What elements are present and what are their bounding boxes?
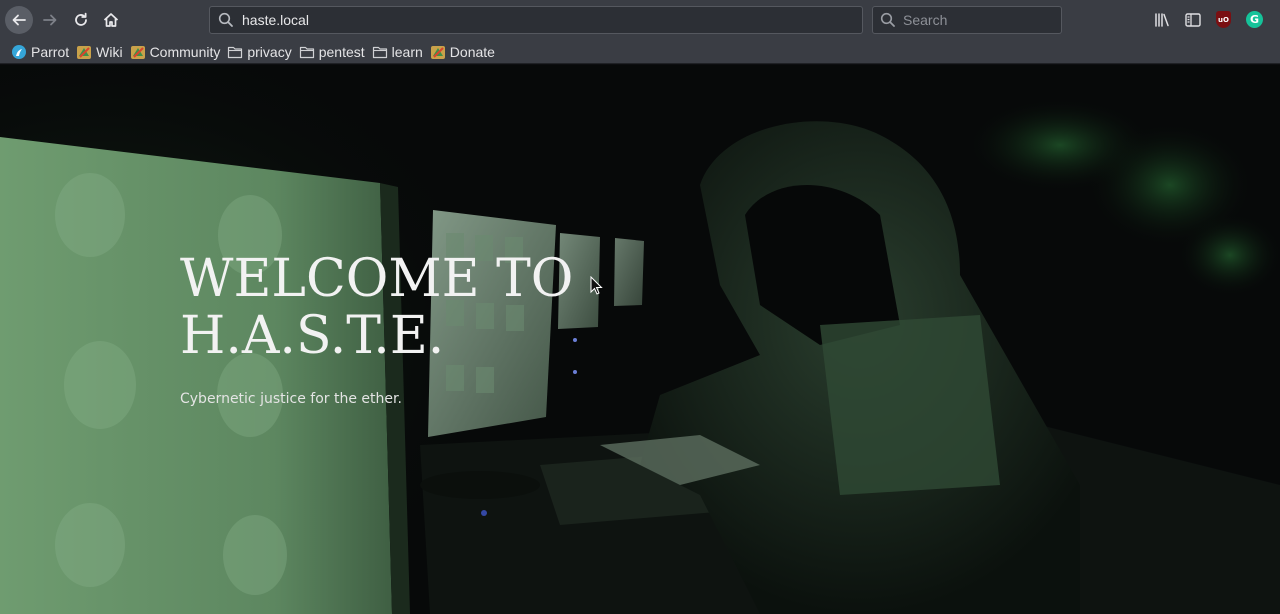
parrot-favicon-icon [77,45,92,59]
reload-button[interactable] [67,6,95,34]
folder-icon [372,46,387,58]
sidebar-icon[interactable] [1183,10,1202,29]
ublock-icon[interactable]: uO [1214,10,1233,29]
reload-icon [75,12,87,26]
browser-toolbar: haste.local Search uO G [0,0,1280,40]
bookmark-label: Community [149,43,221,60]
folder-icon [228,46,243,58]
url-text[interactable]: haste.local [242,12,309,28]
hero-title: WELCOME TO H.A.S.T.E. [180,251,600,365]
bookmark-label: learn [391,43,423,60]
bookmark-folder-pentest[interactable]: pentest [298,41,371,63]
search-icon [210,12,242,28]
bookmark-label: pentest [318,43,365,60]
grammarly-badge: G [1246,11,1263,28]
bookmark-community[interactable]: Community [129,41,227,63]
home-button[interactable] [97,6,125,34]
bookmark-label: privacy [247,43,292,60]
bookmarks-bar: Parrot Wiki Community privacy pentest le… [0,40,1280,64]
url-bar[interactable]: haste.local [209,6,863,34]
bookmark-label: Donate [449,43,495,60]
toolbar-extensions: uO G [1152,10,1264,29]
bookmark-parrot[interactable]: Parrot [10,41,75,63]
ublock-badge: uO [1216,11,1231,28]
hero-subtitle: Cybernetic justice for the ether. [180,391,402,407]
parrot-favicon-icon [130,45,145,59]
bookmark-label: Wiki [96,43,123,60]
bookmark-donate[interactable]: Donate [429,41,501,63]
mouse-cursor-icon [590,276,603,295]
parrot-favicon-icon [430,45,445,59]
forward-button[interactable] [36,6,64,34]
search-icon [873,12,903,28]
hero-section: WELCOME TO H.A.S.T.E. Cybernetic justice… [0,65,1280,614]
bookmark-label: Parrot [31,43,70,60]
back-arrow-icon [12,14,26,26]
hero-title-line1: WELCOME TO [180,249,574,309]
forward-arrow-icon [43,14,57,26]
hero-title-line2: H.A.S.T.E. [180,306,445,366]
parrot-logo-icon [12,44,26,59]
bookmark-wiki[interactable]: Wiki [75,41,128,63]
bookmark-folder-privacy[interactable]: privacy [226,41,297,63]
search-placeholder[interactable]: Search [903,12,947,28]
library-icon[interactable] [1152,10,1171,29]
back-button[interactable] [5,6,33,34]
grammarly-icon[interactable]: G [1245,10,1264,29]
folder-icon [299,46,314,58]
search-bar[interactable]: Search [872,6,1062,34]
bookmark-folder-learn[interactable]: learn [371,41,429,63]
home-icon [103,13,119,27]
